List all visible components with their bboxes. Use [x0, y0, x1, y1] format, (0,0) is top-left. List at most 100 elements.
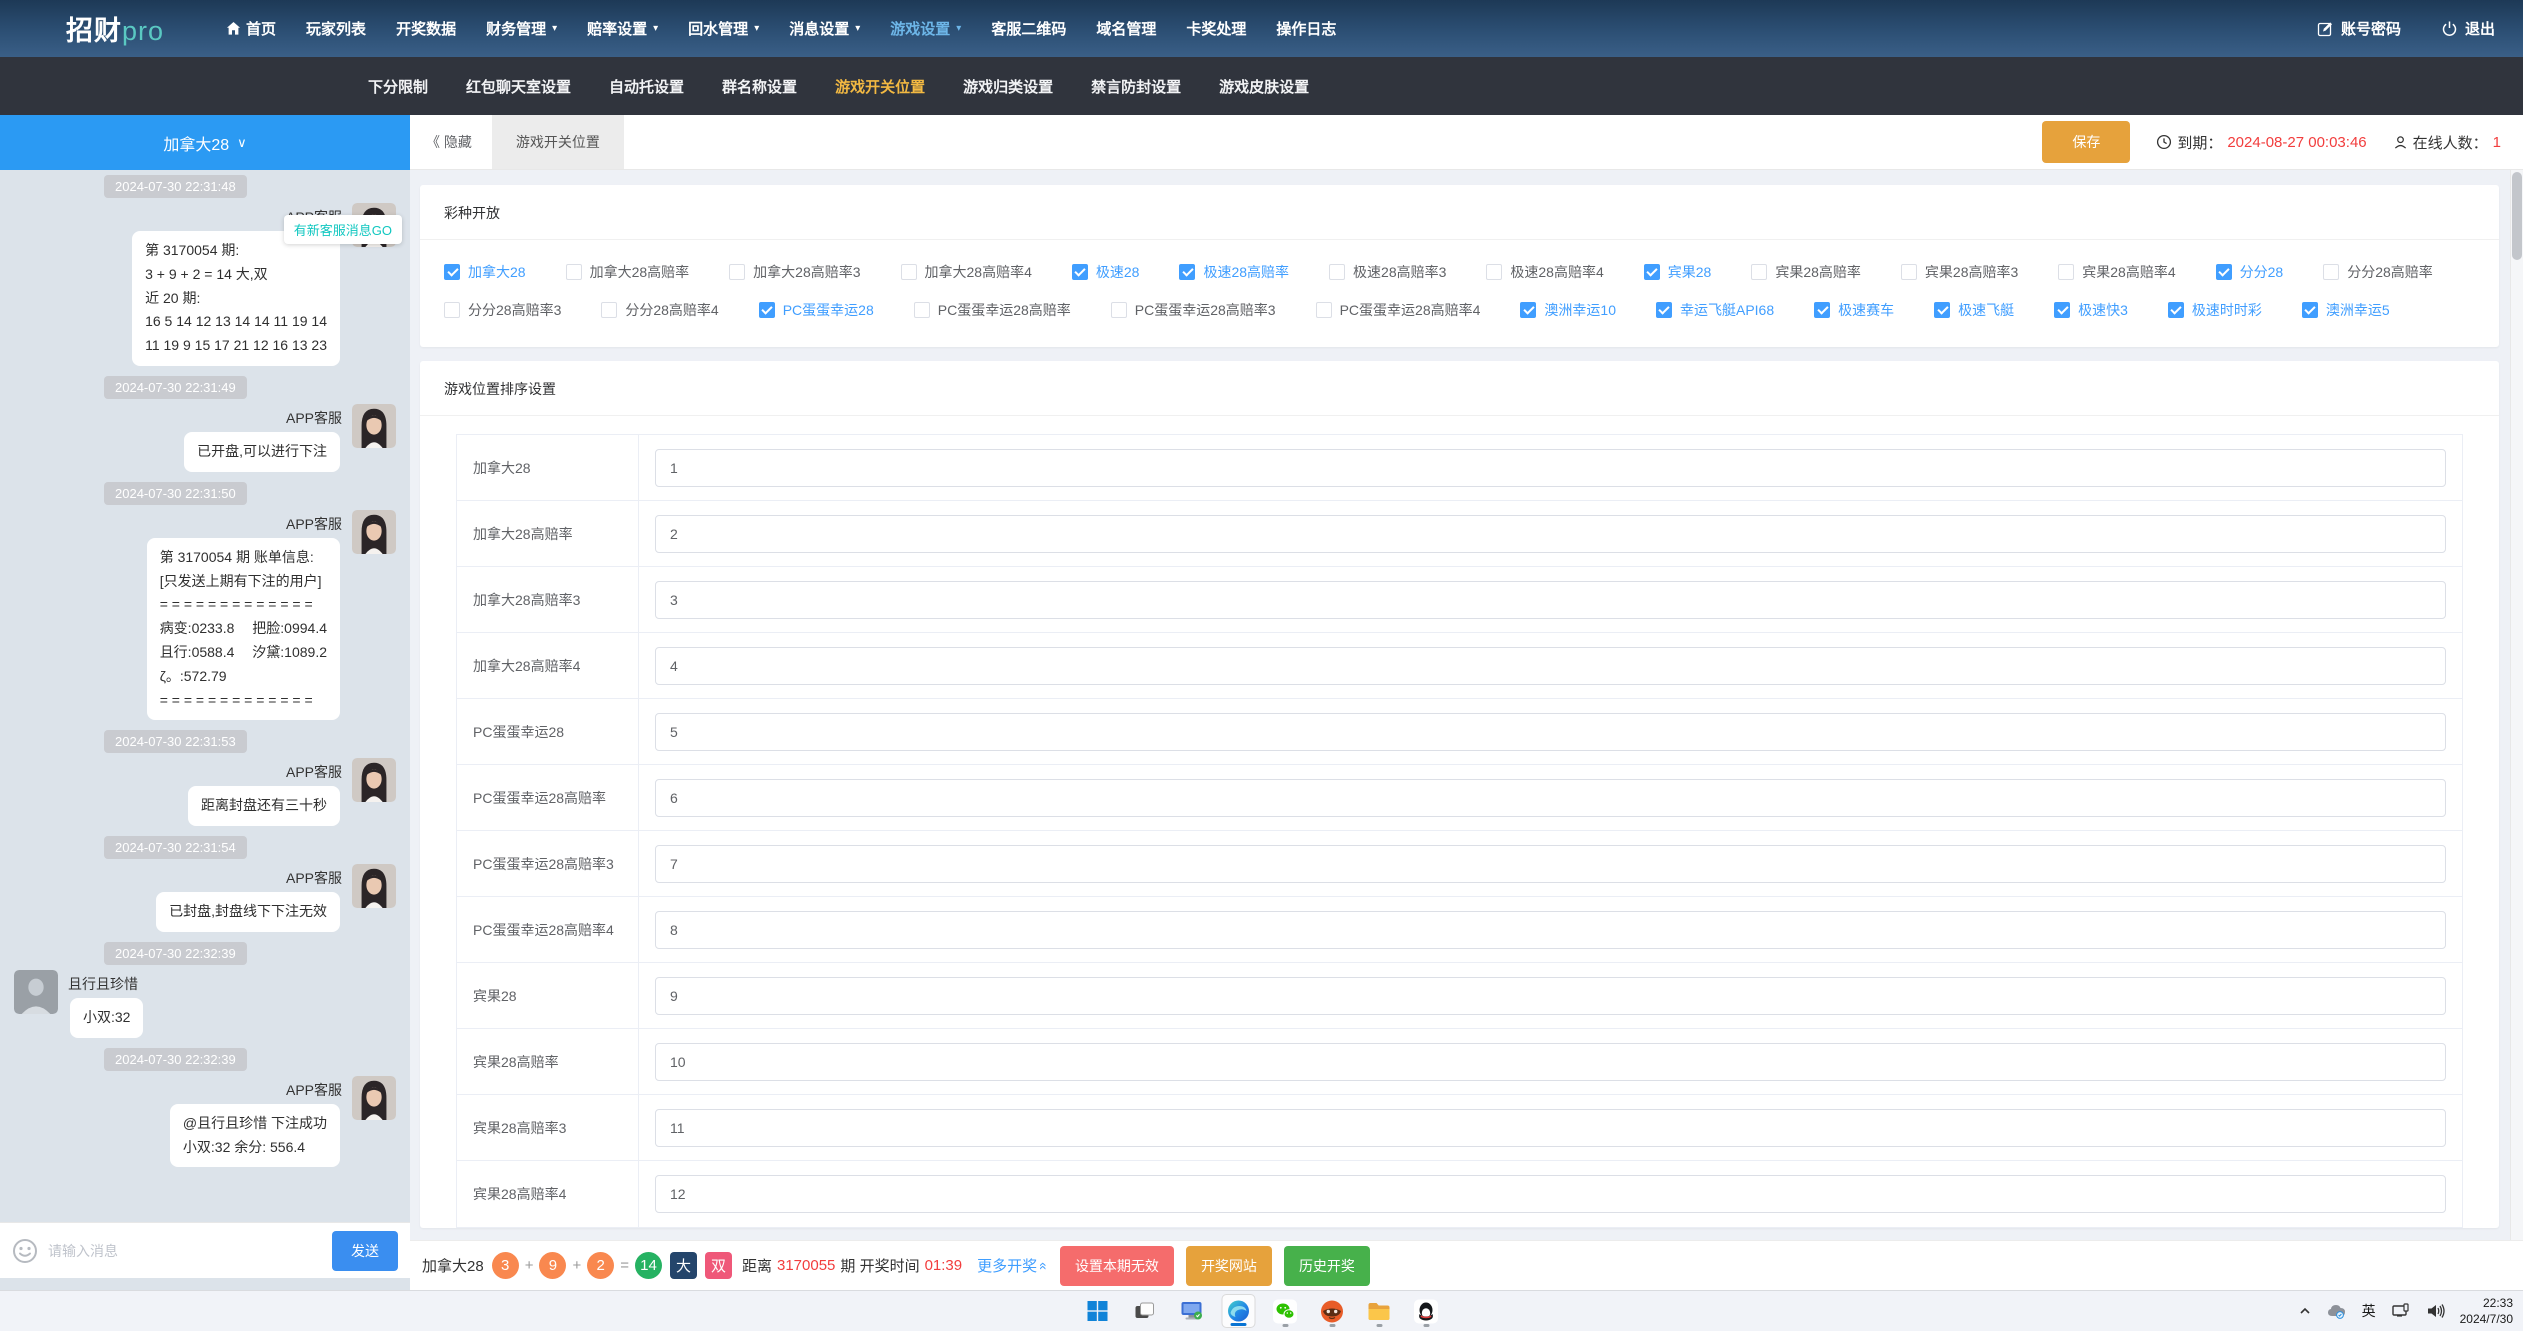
language-indicator[interactable]: 英 [2362, 1301, 2376, 1321]
start-button[interactable] [1080, 1294, 1114, 1328]
save-button[interactable]: 保存 [2042, 121, 2130, 163]
task-view-button[interactable] [1127, 1294, 1161, 1328]
game-checkbox[interactable]: 分分28高赔率 [2323, 262, 2433, 282]
topnav-item-label: 操作日志 [1276, 18, 1336, 39]
edge-browser-button[interactable] [1221, 1294, 1255, 1328]
topnav-item-2[interactable]: 玩家列表 [306, 18, 366, 39]
sort-value-input[interactable] [655, 779, 2446, 817]
sort-value-input[interactable] [655, 647, 2446, 685]
game-checkbox[interactable]: 澳洲幸运5 [2302, 300, 2390, 320]
sort-row-label: PC蛋蛋幸运28高赔率 [457, 765, 639, 830]
subnav-item-5[interactable]: 游戏开关位置 [835, 76, 925, 97]
topnav-item-12[interactable]: 操作日志 [1276, 18, 1336, 39]
sort-value-input[interactable] [655, 977, 2446, 1015]
network-icon[interactable] [2391, 1303, 2411, 1320]
message-input[interactable] [48, 1243, 322, 1259]
sort-value-input[interactable] [655, 1109, 2446, 1147]
game-checkbox[interactable]: 分分28高赔率3 [444, 300, 561, 320]
onedrive-icon[interactable] [2327, 1303, 2347, 1319]
tab-game-switch-position[interactable]: 游戏开关位置 [492, 115, 624, 169]
sort-value-input[interactable] [655, 581, 2446, 619]
game-checkbox[interactable]: 极速28高赔率4 [1486, 262, 1603, 282]
chevron-down-icon: ▾ [653, 23, 658, 34]
subnav-item-4[interactable]: 群名称设置 [722, 76, 797, 97]
topnav-item-8[interactable]: 游戏设置▾ [890, 18, 961, 39]
sort-value-input[interactable] [655, 515, 2446, 553]
subnav-item-2[interactable]: 红包聊天室设置 [466, 76, 571, 97]
sort-value-input[interactable] [655, 1043, 2446, 1081]
game-checkbox[interactable]: PC蛋蛋幸运28高赔率4 [1316, 300, 1481, 320]
logout-button[interactable]: 退出 [2441, 18, 2495, 39]
sort-value-input[interactable] [655, 1175, 2446, 1213]
game-checkbox[interactable]: 澳洲幸运10 [1520, 300, 1616, 320]
more-draws-link[interactable]: 更多开奖« [977, 1255, 1048, 1276]
subnav-item-6[interactable]: 游戏归类设置 [963, 76, 1053, 97]
topnav-item-5[interactable]: 赔率设置▾ [587, 18, 658, 39]
topnav-item-10[interactable]: 域名管理 [1096, 18, 1156, 39]
scrollbar-thumb[interactable] [2512, 172, 2522, 260]
game-checkbox[interactable]: 加拿大28高赔率3 [729, 262, 860, 282]
sort-value-input[interactable] [655, 845, 2446, 883]
history-draws-button[interactable]: 历史开奖 [1284, 1246, 1370, 1286]
vertical-scrollbar[interactable] [2510, 170, 2523, 1240]
qq-button[interactable] [1409, 1294, 1443, 1328]
chat-timestamp: 2024-07-30 22:31:54 [104, 836, 247, 859]
draw-website-button[interactable]: 开奖网站 [1186, 1246, 1272, 1286]
file-explorer-button[interactable] [1362, 1294, 1396, 1328]
clock-display[interactable]: 22:33 2024/7/30 [2460, 1295, 2513, 1327]
game-checkbox[interactable]: 分分28高赔率4 [601, 300, 718, 320]
game-checkbox[interactable]: 极速飞艇 [1934, 300, 2014, 320]
system-app-button[interactable] [1174, 1294, 1208, 1328]
tray-expand-icon[interactable] [2298, 1304, 2312, 1318]
wechat-button[interactable] [1268, 1294, 1302, 1328]
topnav-item-3[interactable]: 开奖数据 [396, 18, 456, 39]
invalidate-period-button[interactable]: 设置本期无效 [1060, 1246, 1174, 1286]
game-checkbox[interactable]: 加拿大28高赔率4 [901, 262, 1032, 282]
checkbox-label: PC蛋蛋幸运28高赔率4 [1340, 300, 1481, 320]
sort-row-cell [639, 911, 2462, 949]
game-checkbox[interactable]: 极速时时彩 [2168, 300, 2262, 320]
send-button[interactable]: 发送 [332, 1231, 398, 1271]
draw-status-bar: 加拿大28 3 + 9 + 2 = 14 大 双 距离 3170055 期 开奖… [410, 1240, 2523, 1290]
topnav-item-9[interactable]: 客服二维码 [991, 18, 1066, 39]
account-password-button[interactable]: 账号密码 [2317, 18, 2401, 39]
room-selector[interactable]: 加拿大28 ∨ [0, 115, 410, 170]
game-checkbox[interactable]: 分分28 [2216, 262, 2284, 282]
game-checkbox[interactable]: 宾果28高赔率4 [2058, 262, 2175, 282]
equals-sign: = [620, 1257, 629, 1274]
game-checkbox[interactable]: PC蛋蛋幸运28 [759, 300, 874, 320]
sort-value-input[interactable] [655, 713, 2446, 751]
hide-sidebar-button[interactable]: 《 隐藏 [426, 132, 472, 152]
topnav-item-11[interactable]: 卡奖处理 [1186, 18, 1246, 39]
new-message-badge[interactable]: 有新客服消息GO [284, 215, 402, 244]
game-checkbox[interactable]: 宾果28 [1644, 262, 1712, 282]
orange-app-button[interactable] [1315, 1294, 1349, 1328]
subnav-item-3[interactable]: 自动托设置 [609, 76, 684, 97]
game-checkbox[interactable]: 极速28 [1072, 262, 1140, 282]
game-checkbox[interactable]: 加拿大28高赔率 [566, 262, 690, 282]
emoji-icon[interactable] [12, 1238, 38, 1264]
subnav-item-7[interactable]: 禁言防封设置 [1091, 76, 1181, 97]
subnav-item-8[interactable]: 游戏皮肤设置 [1219, 76, 1309, 97]
game-checkbox[interactable]: 宾果28高赔率3 [1901, 262, 2018, 282]
game-checkbox[interactable]: 极速快3 [2054, 300, 2128, 320]
topnav-item-1[interactable]: 首页 [226, 18, 276, 39]
sort-table: 加拿大28加拿大28高赔率加拿大28高赔率3加拿大28高赔率4PC蛋蛋幸运28P… [456, 434, 2463, 1228]
game-checkbox[interactable]: 极速赛车 [1814, 300, 1894, 320]
game-checkbox[interactable]: 幸运飞艇API68 [1656, 300, 1774, 320]
checkbox-icon [1316, 302, 1332, 318]
game-checkbox[interactable]: PC蛋蛋幸运28高赔率3 [1111, 300, 1276, 320]
sort-value-input[interactable] [655, 911, 2446, 949]
speaker-icon[interactable] [2426, 1303, 2445, 1319]
sort-value-input[interactable] [655, 449, 2446, 487]
topnav-item-7[interactable]: 消息设置▾ [789, 18, 860, 39]
game-checkbox[interactable]: PC蛋蛋幸运28高赔率 [914, 300, 1071, 320]
game-checkbox[interactable]: 加拿大28 [444, 262, 526, 282]
topnav-item-label: 消息设置 [789, 18, 849, 39]
game-checkbox[interactable]: 极速28高赔率3 [1329, 262, 1446, 282]
game-checkbox[interactable]: 宾果28高赔率 [1751, 262, 1861, 282]
topnav-item-6[interactable]: 回水管理▾ [688, 18, 759, 39]
topnav-item-4[interactable]: 财务管理▾ [486, 18, 557, 39]
subnav-item-1[interactable]: 下分限制 [368, 76, 428, 97]
game-checkbox[interactable]: 极速28高赔率 [1179, 262, 1289, 282]
